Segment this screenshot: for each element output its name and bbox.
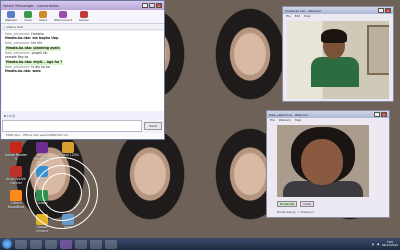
ie-icon[interactable]: [15, 239, 27, 249]
start-button[interactable]: [2, 239, 12, 249]
webcam-titlebar[interactable]: febe_seliamore - Webcam _ ×: [267, 111, 389, 118]
paint-icon[interactable]: [105, 239, 117, 249]
clock[interactable]: 3:05 06/12/2010: [382, 241, 398, 247]
alcohol-icon: [62, 142, 74, 153]
im-conversation-window[interactable]: Yahoo! Messenger - conversation _ □ × We…: [0, 0, 165, 140]
webcam-status: Broadcasting · 1 Viewer(s): [277, 210, 314, 214]
person-hair: [321, 29, 347, 43]
volume-icon[interactable]: ◀: [377, 242, 379, 246]
webcam-icon: [7, 11, 16, 18]
close-button[interactable]: ×: [381, 112, 387, 117]
microphone-icon: [24, 11, 33, 18]
webcam-video: [277, 125, 369, 197]
send-button[interactable]: Send: [144, 122, 162, 130]
chat-history[interactable]: febe_seliamore: Hahaha Hmata.ko.nko: me …: [2, 31, 164, 111]
menu-webcam[interactable]: Webcam: [279, 118, 291, 123]
system-tray: ▮ ◀ 3:05 06/12/2010: [372, 241, 398, 247]
adobe-icon: [10, 142, 22, 153]
toolbar-games-button[interactable]: Games: [79, 11, 89, 22]
webcam-title: hmata.ko.nko - Webcam: [285, 8, 322, 13]
ad-banner[interactable]: ESPN Star - Official Site www.ESPNSTAR.c…: [2, 133, 164, 139]
taskbar: ▮ ◀ 3:05 06/12/2010: [0, 238, 400, 250]
chrome-icon[interactable]: [75, 239, 87, 249]
firefox-icon[interactable]: [90, 239, 102, 249]
toolbar-voice-button[interactable]: Voice: [24, 11, 33, 22]
webcam-menu: File Edit Help: [283, 14, 393, 19]
broadcast-button[interactable]: Broadcast: [277, 201, 297, 207]
cdcore-icon: [10, 190, 22, 201]
minimize-button[interactable]: _: [142, 3, 148, 8]
highlight-ring: [26, 157, 98, 229]
toolbar-webcam-button[interactable]: Webcam: [5, 11, 17, 22]
chat-message: Hmata.ko.nko: wala: [5, 69, 41, 74]
desktop-icon-cdcore[interactable]: Cdcore BroadBeat: [4, 190, 28, 212]
yahoo-icon[interactable]: [60, 239, 72, 249]
minimize-button[interactable]: _: [374, 112, 380, 117]
desktop-icon-adobe[interactable]: Adobe Reader 9: [4, 142, 28, 164]
maximize-button[interactable]: □: [149, 3, 155, 8]
share-icon: [39, 11, 48, 18]
im-toolbar: Webcam Voice Share IMVironment Games: [1, 10, 164, 24]
im-window-title: Yahoo! Messenger - conversation: [3, 3, 60, 8]
webcam-menu: File Webcam Help: [267, 118, 389, 123]
network-icon[interactable]: ▮: [372, 242, 374, 246]
menu-file[interactable]: File: [270, 118, 275, 123]
menu-help[interactable]: Help: [304, 14, 310, 19]
avira-icon: [10, 166, 22, 177]
format-controls[interactable]: B I U ☺: [4, 114, 15, 118]
media-icon[interactable]: [45, 239, 57, 249]
close-button[interactable]: ×: [156, 3, 162, 8]
menu-help[interactable]: Help: [295, 118, 301, 123]
webcam-window-top[interactable]: hmata.ko.nko - Webcam _ × File Edit Help: [282, 6, 394, 102]
invite-button[interactable]: Invite: [300, 201, 314, 207]
format-toolbar[interactable]: B I U ☺: [2, 112, 164, 119]
status-line: • status text: [1, 24, 164, 30]
person-body: [311, 57, 359, 87]
webcam-window-bottom[interactable]: febe_seliamore - Webcam _ × File Webcam …: [266, 110, 390, 218]
minimize-button[interactable]: _: [378, 8, 384, 13]
background-window: [367, 25, 389, 75]
webcam-titlebar[interactable]: hmata.ko.nko - Webcam _ ×: [283, 7, 393, 14]
explorer-icon[interactable]: [30, 239, 42, 249]
person-face: [301, 139, 343, 185]
desktop-icon-avira[interactable]: Avira AntiVir Control: [4, 166, 28, 188]
webcam-title: febe_seliamore - Webcam: [269, 112, 308, 117]
close-button[interactable]: ×: [385, 8, 391, 13]
menu-file[interactable]: File: [286, 14, 291, 19]
menu-edit[interactable]: Edit: [295, 14, 300, 19]
webcam-video: [287, 21, 389, 99]
yahoo-icon: [36, 142, 48, 153]
toolbar-imvironment-button[interactable]: IMVironment: [54, 11, 72, 22]
message-input[interactable]: [2, 120, 142, 132]
toolbar-share-button[interactable]: Share: [39, 11, 47, 22]
im-titlebar[interactable]: Yahoo! Messenger - conversation _ □ ×: [1, 1, 164, 10]
games-icon: [79, 11, 88, 18]
imvironment-icon: [59, 11, 68, 18]
